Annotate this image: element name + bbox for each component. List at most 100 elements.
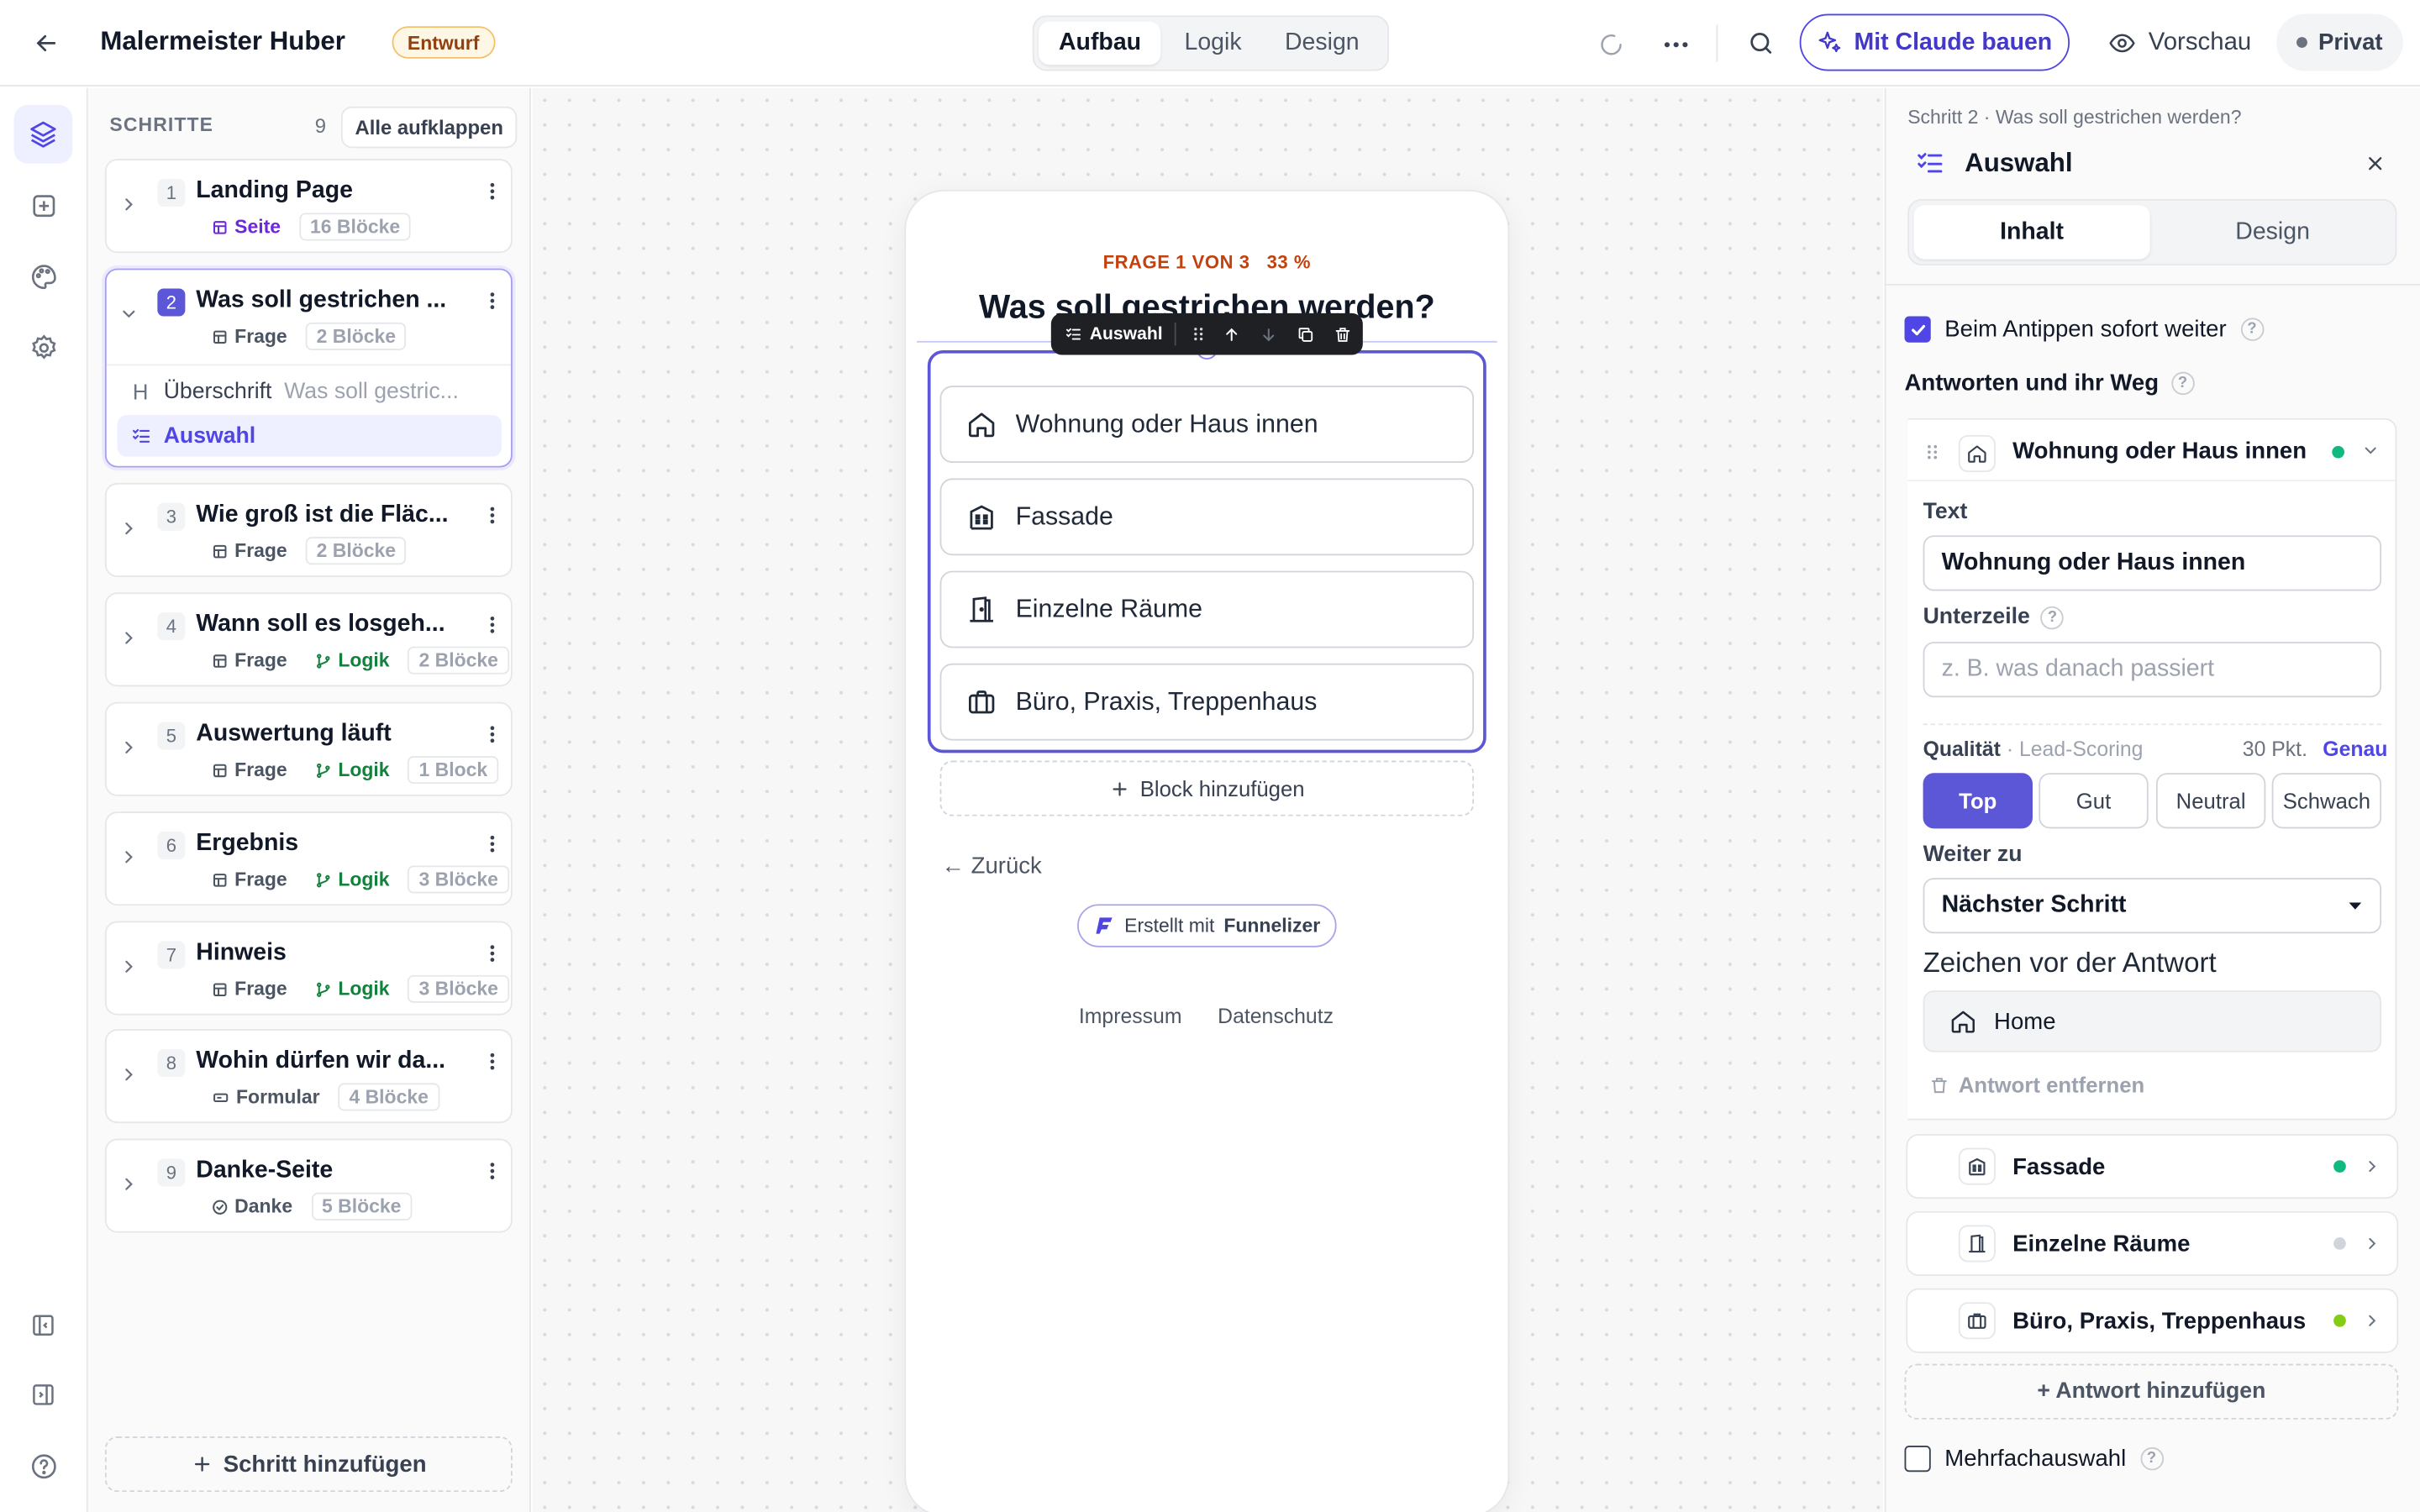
palette-icon[interactable] bbox=[14, 247, 73, 306]
quality-top-button[interactable]: Top bbox=[1923, 773, 2033, 829]
made-with-badge[interactable]: Erstellt mit Funnelizer bbox=[1077, 904, 1337, 948]
more-vertical-icon[interactable] bbox=[481, 941, 503, 965]
answer-option[interactable]: Büro, Praxis, Treppenhaus bbox=[939, 663, 1475, 741]
next-step-select[interactable]: Nächster Schritt bbox=[1923, 878, 2382, 934]
layers-icon[interactable] bbox=[13, 104, 73, 164]
chevron-right-icon[interactable] bbox=[118, 847, 139, 867]
step-card[interactable]: 9 Danke-Seite Danke 5 Blöcke bbox=[104, 1138, 513, 1233]
step-card[interactable]: 4 Wann soll es losgeh... Frage Logik 2 Blöck… bbox=[104, 592, 513, 687]
chevron-right-icon[interactable] bbox=[118, 628, 139, 648]
chevron-up-icon[interactable] bbox=[2361, 441, 2380, 459]
chevron-right-icon[interactable] bbox=[118, 1174, 139, 1194]
back-arrow-icon[interactable] bbox=[28, 24, 65, 61]
tab-design[interactable]: Design bbox=[1265, 22, 1379, 65]
add-step-label: Schritt hinzufügen bbox=[223, 1451, 427, 1478]
add-step-button[interactable]: Schritt hinzufügen bbox=[104, 1436, 513, 1493]
help-circle-icon[interactable] bbox=[14, 1436, 73, 1495]
duplicate-icon[interactable] bbox=[1287, 325, 1324, 344]
loading-spinner-icon bbox=[1594, 28, 1628, 61]
step-chips: Frage Logik 3 Blöcke bbox=[203, 865, 509, 894]
quality-schwach-button[interactable]: Schwach bbox=[2271, 773, 2382, 829]
chevron-right-icon[interactable] bbox=[118, 518, 139, 538]
auto-advance-row[interactable]: Beim Antippen sofort weiter ? bbox=[1904, 316, 2264, 343]
made-with-text: Erstellt mit bbox=[1124, 915, 1215, 937]
help-icon[interactable]: ? bbox=[2170, 371, 2195, 396]
move-up-icon[interactable] bbox=[1213, 325, 1250, 344]
precise-link[interactable]: Genau bbox=[2323, 738, 2387, 761]
drag-handle-icon[interactable] bbox=[1182, 326, 1213, 343]
chevron-right-icon[interactable] bbox=[118, 957, 139, 977]
move-down-icon[interactable] bbox=[1250, 325, 1287, 344]
block-row-auswahl[interactable]: Auswahl bbox=[117, 415, 502, 457]
step-type-label: Frage bbox=[234, 325, 287, 348]
auto-advance-checkbox[interactable] bbox=[1904, 316, 1931, 343]
answer-option[interactable]: Wohnung oder Haus innen bbox=[939, 386, 1475, 464]
multi-select-checkbox[interactable] bbox=[1904, 1446, 1931, 1473]
drag-handle-icon[interactable] bbox=[1923, 441, 1942, 463]
step-card[interactable]: 8 Wohin dürfen wir da... Formular 4 Blöcke bbox=[104, 1029, 513, 1124]
quality-neutral-button[interactable]: Neutral bbox=[2155, 773, 2266, 829]
chevron-right-icon[interactable] bbox=[118, 194, 139, 214]
answer-option[interactable]: Fassade bbox=[939, 478, 1475, 556]
collapse-left-panel-icon[interactable] bbox=[14, 1296, 73, 1355]
expand-all-button[interactable]: Alle aufklappen bbox=[340, 106, 518, 149]
preview-button[interactable]: Vorschau bbox=[2099, 14, 2260, 71]
back-link[interactable]: ← Zurück bbox=[941, 853, 1041, 879]
step-card[interactable]: 5 Auswertung läuft Frage Logik 1 Block bbox=[104, 701, 513, 796]
more-vertical-icon[interactable] bbox=[481, 612, 503, 637]
more-vertical-icon[interactable] bbox=[481, 832, 503, 856]
add-block-button[interactable]: Block hinzufügen bbox=[939, 760, 1475, 816]
icon-picker[interactable]: Home bbox=[1923, 990, 2382, 1053]
help-icon[interactable]: ? bbox=[2139, 1446, 2164, 1471]
close-icon[interactable] bbox=[2361, 150, 2389, 177]
subline-input[interactable]: z. B. was danach passiert bbox=[1923, 642, 2382, 698]
help-icon[interactable]: ? bbox=[2240, 318, 2264, 341]
search-icon[interactable] bbox=[1744, 26, 1778, 60]
more-vertical-icon[interactable] bbox=[481, 1158, 503, 1183]
settings-gear-icon[interactable] bbox=[14, 318, 73, 376]
chevron-down-icon[interactable] bbox=[118, 304, 139, 324]
multi-select-row[interactable]: Mehrfachauswahl ? bbox=[1904, 1446, 2164, 1473]
step-card[interactable]: 3 Wie groß ist die Fläc... Frage 2 Blöcke bbox=[104, 482, 513, 577]
step-card[interactable]: 7 Hinweis Frage Logik 3 Blöcke bbox=[104, 921, 513, 1016]
step-card[interactable]: 6 Ergebnis Frage Logik 3 Blöcke bbox=[104, 811, 513, 906]
add-answer-button[interactable]: + Antwort hinzufügen bbox=[1904, 1363, 2399, 1420]
privacy-button[interactable]: Privat bbox=[2276, 13, 2403, 71]
block-row-heading[interactable]: H Überschrift Was soll gestric... bbox=[118, 370, 502, 412]
tab-inhalt[interactable]: Inhalt bbox=[1913, 205, 2150, 260]
impressum-link[interactable]: Impressum bbox=[1079, 1005, 1182, 1028]
chevron-right-icon[interactable] bbox=[118, 738, 139, 758]
progress-text: FRAGE 1 VON 3 33 % bbox=[904, 251, 1509, 273]
collapse-right-panel-icon[interactable] bbox=[14, 1366, 73, 1425]
remove-answer-button[interactable]: Antwort entfernen bbox=[1929, 1073, 2144, 1097]
chevron-right-icon[interactable] bbox=[118, 1064, 139, 1084]
help-icon[interactable]: ? bbox=[2040, 605, 2065, 629]
more-vertical-icon[interactable] bbox=[481, 179, 503, 203]
frage-type-icon bbox=[212, 543, 229, 559]
privacy-link[interactable]: Datenschutz bbox=[1218, 1005, 1334, 1028]
more-vertical-icon[interactable] bbox=[481, 288, 503, 312]
answer-title[interactable]: Wohnung oder Haus innen bbox=[2012, 438, 2307, 465]
block-count-chip: 1 Block bbox=[408, 756, 499, 785]
step-type-chip: Seite bbox=[203, 213, 290, 240]
step-divider bbox=[106, 364, 511, 366]
tab-design[interactable]: Design bbox=[2154, 205, 2391, 259]
step-card[interactable]: 2 Was soll gestrichen ... Frage 2 Blöcke H Üb… bbox=[104, 268, 513, 468]
answer-row-einzelne-raeume[interactable]: Einzelne Räume bbox=[1906, 1210, 2399, 1276]
answer-row-buero[interactable]: Büro, Praxis, Treppenhaus bbox=[1906, 1288, 2399, 1353]
tab-aufbau[interactable]: Aufbau bbox=[1039, 21, 1161, 66]
add-square-icon[interactable] bbox=[14, 176, 73, 234]
answer-row-fassade[interactable]: Fassade bbox=[1906, 1134, 2399, 1200]
tab-logik[interactable]: Logik bbox=[1165, 22, 1262, 65]
step-card[interactable]: 1 Landing Page Seite 16 Blöcke bbox=[104, 159, 513, 254]
trash-icon[interactable] bbox=[1324, 325, 1361, 344]
step-title: Wann soll es losgeh... bbox=[196, 611, 445, 638]
more-vertical-icon[interactable] bbox=[481, 503, 503, 528]
quality-gut-button[interactable]: Gut bbox=[2039, 773, 2149, 829]
more-horizontal-icon[interactable] bbox=[1658, 26, 1695, 63]
build-with-claude-button[interactable]: Mit Claude bauen bbox=[1799, 13, 2070, 71]
answer-text-input[interactable]: Wohnung oder Haus innen bbox=[1923, 535, 2382, 591]
more-vertical-icon[interactable] bbox=[481, 1049, 503, 1074]
more-vertical-icon[interactable] bbox=[481, 722, 503, 747]
answer-option[interactable]: Einzelne Räume bbox=[939, 570, 1475, 648]
